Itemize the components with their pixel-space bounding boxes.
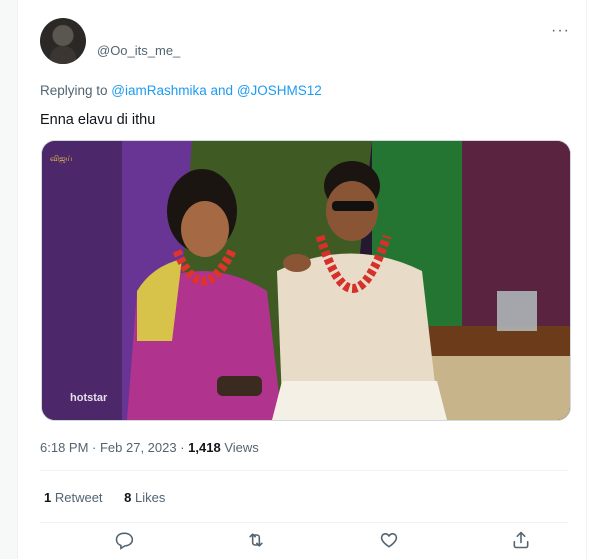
channel-logo-text: விஜய் <box>50 154 73 164</box>
retweet-icon[interactable] <box>246 530 270 554</box>
meta-separator: · <box>88 440 100 455</box>
replying-to-label: Replying to <box>40 83 112 98</box>
left-background <box>0 0 17 559</box>
meta-separator-2: · <box>176 440 189 455</box>
likes-label: Likes <box>131 490 166 505</box>
retweets-label: Retweet <box>51 490 103 505</box>
tweet-date[interactable]: Feb 27, 2023 <box>100 440 177 455</box>
reply-icon[interactable] <box>114 530 138 554</box>
tweet-meta: 6:18 PM · Feb 27, 2023 · 1,418 Views <box>40 440 259 455</box>
avatar[interactable] <box>40 18 86 64</box>
mention-link-1[interactable]: @iamRashmika <box>111 83 206 98</box>
views-count: 1,418 <box>188 440 221 455</box>
media-scene: hotstar விஜய் <box>42 141 570 420</box>
like-icon[interactable] <box>379 530 403 554</box>
more-icon[interactable]: ··· <box>551 22 570 40</box>
media-watermark: hotstar <box>70 392 108 404</box>
tweet-media-image[interactable]: hotstar விஜய் <box>41 140 571 421</box>
mention-link-2[interactable]: @JOSHMS12 <box>237 83 322 98</box>
likes-stat[interactable]: 8 Likes <box>124 490 165 505</box>
engagement-stats: 1 Retweet 8 Likes <box>44 490 183 505</box>
divider-bottom <box>40 522 568 523</box>
tweet-text: Enna elavu di ithu <box>40 112 156 128</box>
tweet-time[interactable]: 6:18 PM <box>40 440 88 455</box>
reply-and-label: and <box>206 83 237 98</box>
user-handle[interactable]: @Oo_its_me_ <box>97 43 180 58</box>
share-icon[interactable] <box>511 530 535 554</box>
retweets-stat[interactable]: 1 Retweet <box>44 490 103 505</box>
divider-top <box>40 470 568 471</box>
reply-context: Replying to @iamRashmika and @JOSHMS12 <box>40 83 322 98</box>
tweet-card: @Oo_its_me_ ··· Replying to @iamRashmika… <box>17 0 587 559</box>
views-label: Views <box>220 440 259 455</box>
action-bar <box>40 530 568 554</box>
